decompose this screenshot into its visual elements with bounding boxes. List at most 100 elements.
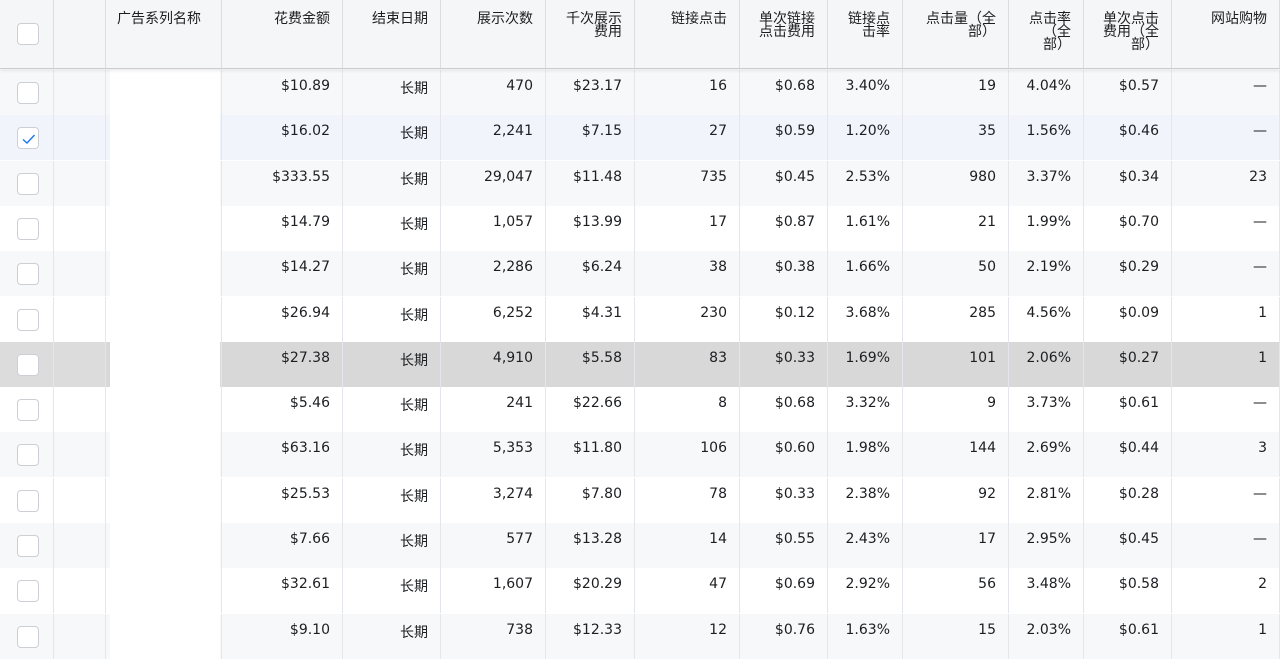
header-spend-column[interactable]: 花费金额 xyxy=(222,0,343,68)
cell-end-date-column: 长期 xyxy=(343,568,441,614)
cell-link-clicks-column: 38 xyxy=(635,251,740,297)
cell-end-date-column: 长期 xyxy=(343,251,441,297)
cell-status-column xyxy=(54,341,151,387)
header-ctr-link-column[interactable]: 链接点 击率 xyxy=(828,0,903,68)
cell-clicks-all-column: 15 xyxy=(903,613,1009,659)
cell-cpm-column: $7.80 xyxy=(546,477,635,523)
cell-cpc-all-column: $0.61 xyxy=(1084,387,1172,433)
cell-purchases-column: — xyxy=(1172,115,1280,161)
header-cpc-all-column[interactable]: 单次点击 费用（全 部） xyxy=(1084,0,1172,68)
header-select-column[interactable] xyxy=(0,0,54,68)
cell-cpm-column: $12.33 xyxy=(546,613,635,659)
cell-end-date-column: 长期 xyxy=(343,70,441,115)
cell-ctr-all-column: 2.19% xyxy=(1009,251,1084,297)
cell-status-column xyxy=(54,115,151,161)
cell-link-clicks-column: 83 xyxy=(635,341,740,387)
row-checkbox[interactable] xyxy=(17,172,39,195)
cell-clicks-all-column: 9 xyxy=(903,387,1009,433)
cell-cpc-all-column: $0.70 xyxy=(1084,205,1172,251)
row-checkbox[interactable] xyxy=(17,353,39,376)
header-ctr-all-column[interactable]: 点击率 （全 部） xyxy=(1009,0,1084,68)
cell-select-column xyxy=(0,205,54,251)
cell-impressions-column: 29,047 xyxy=(441,160,546,206)
cell-select-column xyxy=(0,296,54,342)
row-checkbox[interactable] xyxy=(17,217,39,240)
cell-status-column xyxy=(54,477,151,523)
cell-purchases-column: 2 xyxy=(1172,568,1280,614)
header-campaign-name-column[interactable]: 广告系列名称 xyxy=(106,0,222,68)
header-purchases-column[interactable]: 网站购物 xyxy=(1172,0,1280,68)
cell-spend-column: $32.61 xyxy=(222,568,343,614)
cell-cpc-link-column: $0.33 xyxy=(740,477,828,523)
cell-select-column xyxy=(0,160,54,206)
cell-ctr-link-column: 1.98% xyxy=(828,432,903,478)
cell-ctr-all-column: 2.69% xyxy=(1009,432,1084,478)
cell-select-column xyxy=(0,387,54,433)
cell-clicks-all-column: 50 xyxy=(903,251,1009,297)
cell-end-date-column: 长期 xyxy=(343,387,441,433)
cell-cpm-column: $13.28 xyxy=(546,523,635,568)
cell-link-clicks-column: 27 xyxy=(635,115,740,161)
cell-cpc-all-column: $0.09 xyxy=(1084,296,1172,342)
cell-cpc-link-column: $0.68 xyxy=(740,70,828,115)
ads-campaign-table: 广告系列名称 花费金额 结束日期 展示次数 千次展示 费用 链接点击 单次链接 点击费用 链接… xyxy=(0,0,1280,664)
cell-purchases-column: — xyxy=(1172,477,1280,523)
row-checkbox[interactable] xyxy=(17,308,39,331)
header-cpc-link-column[interactable]: 单次链接 点击费用 xyxy=(740,0,828,68)
header-cpm-column[interactable]: 千次展示 费用 xyxy=(546,0,635,68)
campaign-name-column-blank xyxy=(110,0,220,664)
cell-purchases-column: 1 xyxy=(1172,296,1280,342)
cell-link-clicks-column: 735 xyxy=(635,160,740,206)
row-checkbox[interactable] xyxy=(17,580,39,603)
cell-cpc-all-column: $0.44 xyxy=(1084,432,1172,478)
row-checkbox[interactable] xyxy=(17,127,39,150)
cell-spend-column: $25.53 xyxy=(222,477,343,523)
cell-cpm-column: $13.99 xyxy=(546,205,635,251)
row-checkbox[interactable] xyxy=(17,625,39,648)
cell-end-date-column: 长期 xyxy=(343,160,441,206)
cell-spend-column: $16.02 xyxy=(222,115,343,161)
cell-status-column xyxy=(54,296,151,342)
checkmark-icon xyxy=(22,134,36,145)
cell-end-date-column: 长期 xyxy=(343,477,441,523)
cell-status-column xyxy=(54,70,151,115)
header-link-clicks-column[interactable]: 链接点击 xyxy=(635,0,740,68)
cell-ctr-link-column: 3.32% xyxy=(828,387,903,433)
cell-link-clicks-column: 14 xyxy=(635,523,740,568)
cell-impressions-column: 1,607 xyxy=(441,568,546,614)
row-checkbox[interactable] xyxy=(17,489,39,512)
row-checkbox[interactable] xyxy=(17,535,39,557)
cell-cpc-all-column: $0.29 xyxy=(1084,251,1172,297)
cell-cpm-column: $11.48 xyxy=(546,160,635,206)
cell-clicks-all-column: 19 xyxy=(903,70,1009,115)
cell-ctr-link-column: 3.68% xyxy=(828,296,903,342)
cell-purchases-column: 23 xyxy=(1172,160,1280,206)
cell-cpc-link-column: $0.59 xyxy=(740,115,828,161)
cell-link-clicks-column: 17 xyxy=(635,205,740,251)
row-checkbox[interactable] xyxy=(17,263,39,286)
select-all-checkbox[interactable] xyxy=(17,23,39,45)
row-checkbox[interactable] xyxy=(17,399,39,422)
cell-cpc-link-column: $0.12 xyxy=(740,296,828,342)
cell-ctr-all-column: 3.73% xyxy=(1009,387,1084,433)
cell-select-column xyxy=(0,115,54,161)
cell-clicks-all-column: 35 xyxy=(903,115,1009,161)
cell-link-clicks-column: 230 xyxy=(635,296,740,342)
cell-ctr-all-column: 3.48% xyxy=(1009,568,1084,614)
cell-ctr-link-column: 1.20% xyxy=(828,115,903,161)
cell-impressions-column: 241 xyxy=(441,387,546,433)
row-checkbox[interactable] xyxy=(17,444,39,467)
row-checkbox[interactable] xyxy=(17,82,39,104)
header-clicks-all-column[interactable]: 点击量（全 部） xyxy=(903,0,1009,68)
header-impressions-column[interactable]: 展示次数 xyxy=(441,0,546,68)
cell-impressions-column: 2,241 xyxy=(441,115,546,161)
header-status-column[interactable] xyxy=(54,0,106,68)
cell-purchases-column: — xyxy=(1172,205,1280,251)
cell-spend-column: $7.66 xyxy=(222,523,343,568)
cell-link-clicks-column: 8 xyxy=(635,387,740,433)
header-end-date-column[interactable]: 结束日期 xyxy=(343,0,441,68)
cell-cpc-all-column: $0.57 xyxy=(1084,70,1172,115)
cell-impressions-column: 738 xyxy=(441,613,546,659)
cell-cpm-column: $23.17 xyxy=(546,70,635,115)
cell-end-date-column: 长期 xyxy=(343,296,441,342)
